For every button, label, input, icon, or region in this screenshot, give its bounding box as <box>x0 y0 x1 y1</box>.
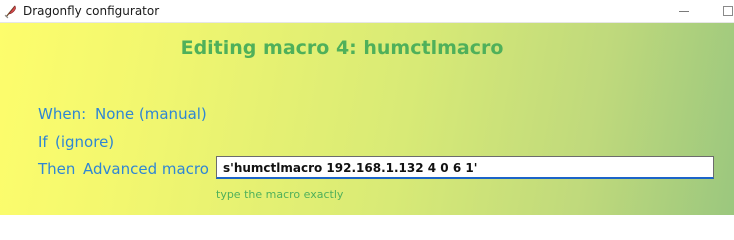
feather-pen-icon <box>4 5 16 19</box>
if-label: If <box>38 133 48 151</box>
page-title: Editing macro 4: humctlmacro <box>180 37 504 59</box>
title-bar: Dragonfly configurator <box>0 0 734 23</box>
then-value[interactable]: Advanced macro <box>83 160 209 178</box>
macro-editor-panel: Editing macro 4: humctlmacro When: None … <box>0 23 734 215</box>
window-title: Dragonfly configurator <box>23 4 160 18</box>
maximize-button[interactable] <box>708 0 734 22</box>
macro-hint: type the macro exactly <box>216 188 344 201</box>
minimize-icon <box>679 10 689 12</box>
when-value[interactable]: None (manual) <box>95 105 207 123</box>
if-value[interactable]: (ignore) <box>55 133 114 151</box>
macro-input[interactable] <box>216 156 714 179</box>
when-label: When: <box>38 105 87 123</box>
minimize-button[interactable] <box>664 0 704 22</box>
then-label: Then <box>38 160 76 178</box>
maximize-icon <box>723 6 733 16</box>
